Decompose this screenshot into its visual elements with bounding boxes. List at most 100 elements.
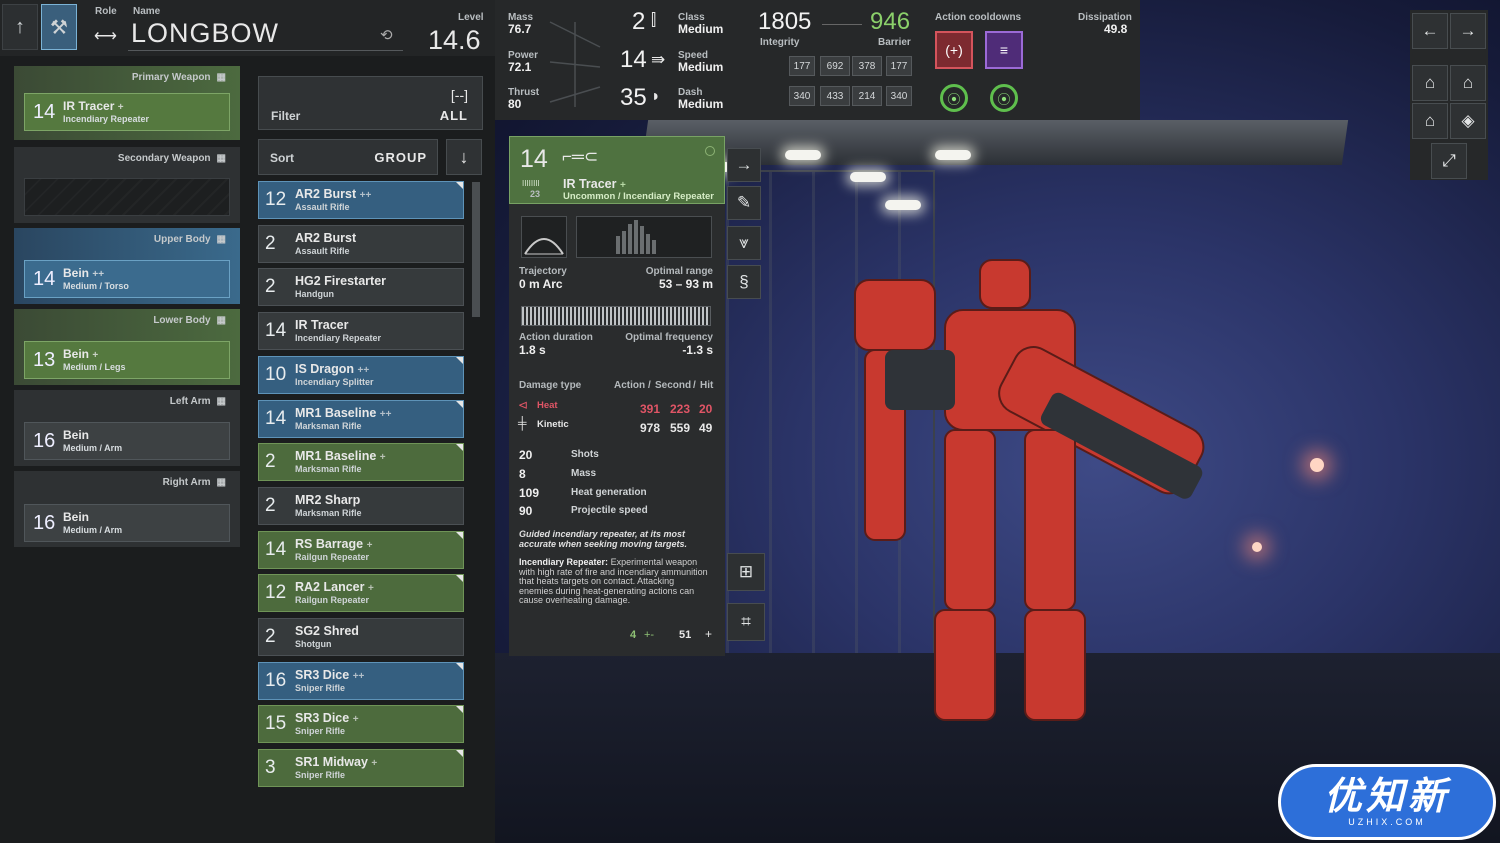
inventory-item[interactable]: 14 IR Tracer Incendiary Repeater [258, 312, 464, 351]
paint-brush-icon[interactable]: ✎ [727, 186, 761, 220]
slot-card[interactable]: 16 Bein Medium / Arm [24, 422, 230, 460]
slot-card[interactable] [24, 178, 230, 216]
armor-cell: 340 [789, 86, 815, 106]
home-icon[interactable]: ⌂ [1450, 65, 1486, 101]
inventory-item[interactable]: 2 MR1 Baseline + Marksman Rifle [258, 443, 464, 482]
item-level: 2 [265, 451, 276, 473]
slot-name-text: Bein [63, 510, 90, 524]
weapon-mass-value: 8 [519, 467, 526, 481]
inventory-item[interactable]: 2 HG2 Firestarter Handgun [258, 268, 464, 307]
sort-direction-arrow-icon[interactable]: ↓ [446, 139, 482, 175]
damage-type-label: Damage type [519, 380, 582, 391]
fullscreen-icon[interactable]: ⤢ [1431, 143, 1467, 179]
crosshair-icon[interactable]: ⌗ [727, 603, 765, 641]
item-level: 2 [265, 626, 276, 647]
mass-value: 76.7 [508, 22, 532, 36]
slot-lower-body: Lower Body ▦ 13 Bein + Medium / Legs [14, 309, 240, 385]
item-plus: + [367, 583, 374, 595]
inventory-item[interactable]: 12 RA2 Lancer + Railgun Repeater [258, 574, 464, 613]
role-icon[interactable]: ⟷ [94, 26, 117, 46]
mech-model [854, 259, 1205, 721]
inventory-item[interactable]: 14 RS Barrage + Railgun Repeater [258, 530, 464, 569]
site-watermark-logo: 优知新 UZHIX.COM [1278, 764, 1496, 840]
inventory-item[interactable]: 15 SR3 Dice + Sniper Rifle [258, 705, 464, 744]
mass-power-graph [549, 21, 601, 107]
add-resource-icon[interactable]: + [705, 627, 712, 641]
role-label: Role [95, 6, 117, 17]
inventory-item[interactable]: 2 AR2 Burst Assault Rifle [258, 224, 464, 263]
sort-box[interactable]: Sort GROUP [258, 139, 438, 175]
integrity-barrier-divider [822, 24, 862, 25]
camera-preset-icon[interactable]: ◈ [1450, 103, 1486, 139]
action-col-label: Action [614, 380, 646, 391]
inventory-item[interactable]: 2 SG2 Shred Shotgun [258, 618, 464, 656]
rename-icon[interactable]: ⟲ [380, 26, 393, 44]
slot-level: 16 [33, 511, 56, 534]
new-item-corner-icon [456, 706, 463, 714]
integrity-value: 1805 [758, 8, 812, 35]
wrench-tool-icon[interactable]: ⚒ [41, 4, 77, 50]
compare-icon[interactable]: ⩔ [727, 226, 761, 260]
mech-name[interactable]: LONGBOW [131, 18, 279, 49]
grid-view-icon[interactable]: ⊞ [727, 553, 765, 591]
inventory-item[interactable]: 3 SR1 Midway + Sniper Rifle [258, 749, 464, 788]
item-type: Incendiary Repeater [295, 333, 382, 344]
item-type: Railgun Repeater [295, 595, 370, 606]
armor-cell: 177 [886, 56, 912, 76]
back-up-arrow-icon[interactable]: ↑ [2, 4, 38, 50]
ceiling-lamp [885, 200, 921, 210]
action-list-icon[interactable]: ≡ [985, 31, 1023, 69]
slot-level: 14 [33, 100, 56, 123]
optimal-range-graph [576, 216, 712, 258]
hangar-alt-icon[interactable]: ⌂ [1412, 103, 1448, 139]
item-level: 2 [265, 276, 276, 298]
slot-card[interactable]: 16 Bein Medium / Arm [24, 504, 230, 542]
item-type: Railgun Repeater [295, 551, 370, 562]
item-level: 14 [265, 407, 287, 429]
slot-card[interactable]: 14 Bein ++ Medium / Torso [24, 260, 230, 298]
detail-level: 14 [520, 145, 548, 173]
slot-card[interactable]: 14 IR Tracer + Incendiary Repeater [24, 93, 230, 131]
hangar-view-icon[interactable]: ⌂ [1412, 65, 1448, 101]
projectile-speed-label: Projectile speed [571, 505, 648, 516]
item-name: IR Tracer [295, 319, 381, 333]
shots-label: Shots [571, 449, 599, 460]
new-item-corner-icon [456, 750, 463, 758]
slot-card[interactable]: 13 Bein + Medium / Legs [24, 341, 230, 379]
heat-hit: 20 [699, 402, 713, 416]
inventory-item[interactable]: 14 MR1 Baseline ++ Marksman Rifle [258, 399, 464, 438]
armor-cell: 177 [789, 56, 815, 76]
item-name-text: IS Dragon [295, 361, 355, 376]
armor-cell: 214 [852, 86, 882, 106]
inventory-item[interactable]: 2 MR2 Sharp Marksman Rifle [258, 486, 464, 525]
inventory-item[interactable]: 12 AR2 Burst ++ Assault Rifle [258, 181, 464, 219]
filter-box[interactable]: Filter [--] ALL [258, 76, 483, 130]
arrow-left-icon[interactable]: ← [1412, 13, 1448, 49]
detail-header: 14 ⌐═⊂ IIIIIIII 23 IR Tracer + Uncommon … [509, 136, 725, 204]
thrust-value: 80 [508, 97, 522, 111]
detail-subtitle: Uncommon / Incendiary Repeater [563, 191, 714, 202]
action-heal-icon[interactable]: (+) [935, 31, 973, 69]
slot-type-icon: ▦ [216, 72, 226, 83]
pin-icon[interactable] [705, 146, 715, 156]
list-scrollbar[interactable] [472, 182, 480, 317]
ceiling-lamp [935, 150, 971, 160]
equip-arrow-icon[interactable]: → [727, 148, 761, 182]
description-block: Incendiary Repeater: Experimental weapon… [519, 557, 709, 606]
slot-type-icon: ▦ [216, 234, 226, 245]
inventory-item[interactable]: 10 IS Dragon ++ Incendiary Splitter [258, 355, 464, 394]
arrow-right-icon[interactable]: → [1450, 13, 1486, 49]
slot-name: IR Tracer + [63, 100, 149, 114]
item-level: 14 [265, 320, 287, 342]
item-type: Marksman Rifle [295, 464, 362, 475]
scrap-icon[interactable]: § [727, 265, 761, 299]
item-name-text: MR2 Sharp [295, 492, 361, 507]
cooldown-ready-icon: ⦿ [940, 84, 968, 112]
inventory-item[interactable]: 16 SR3 Dice ++ Sniper Rifle [258, 661, 464, 700]
barrier-value: 946 [870, 8, 911, 35]
new-item-corner-icon [456, 444, 463, 452]
item-level: 16 [265, 669, 287, 691]
item-type: Sniper Rifle [295, 682, 346, 693]
slot-left-arm: Left Arm ▦ 16 Bein Medium / Arm [14, 390, 240, 466]
slot-name-text: Bein [63, 428, 90, 442]
